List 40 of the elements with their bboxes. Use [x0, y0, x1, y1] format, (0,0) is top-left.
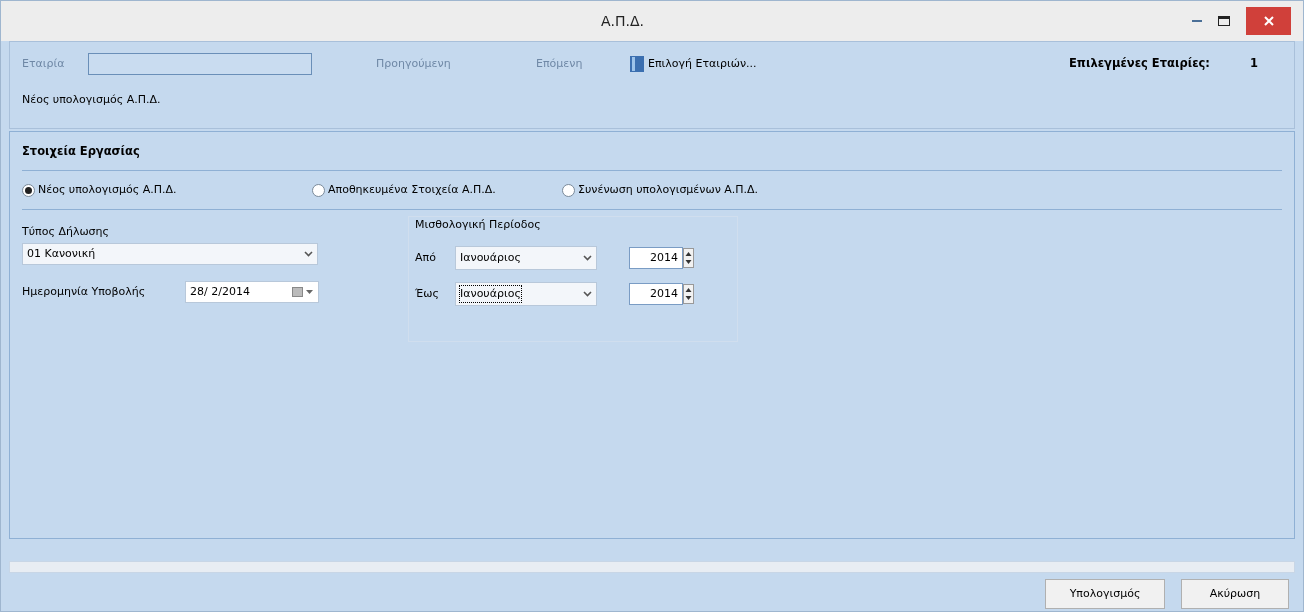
period-row-label: Έως	[415, 285, 440, 302]
window-title: Α.Π.Δ.	[601, 12, 645, 31]
radio-option[interactable]: Νέος υπολογισμός Α.Π.Δ.	[22, 182, 312, 199]
maximize-icon[interactable]	[1218, 16, 1230, 26]
month-value: Ιανουάριος	[460, 249, 521, 266]
book-icon	[630, 56, 644, 72]
submission-date-label: Ημερομηνία Υποβολής	[22, 283, 147, 300]
selected-companies-label: Επιλεγμένες Εταιρίες:	[1069, 55, 1210, 73]
calendar-dropdown-icon[interactable]	[292, 285, 314, 298]
radio-button[interactable]	[562, 183, 575, 197]
month-dropdown[interactable]: Ιανουάριος	[455, 245, 597, 270]
radio-button[interactable]	[22, 183, 35, 197]
company-field[interactable]	[88, 53, 312, 75]
month-value: Ιανουάριος	[460, 285, 521, 302]
close-button[interactable]	[1246, 7, 1291, 35]
dropdown-caret-icon	[583, 290, 592, 297]
spinner-arrows-icon[interactable]	[683, 283, 694, 304]
dropdown-caret-icon	[583, 254, 592, 261]
select-companies-button[interactable]: Επιλογή Εταιριών...	[630, 55, 757, 73]
minimize-icon[interactable]	[1192, 19, 1202, 23]
radio-option[interactable]: Συνένωση υπολογισμένων Α.Π.Δ.	[562, 182, 812, 199]
year-field[interactable]: 2014	[629, 282, 683, 305]
dialog-button[interactable]: Υπολογισμός	[1045, 579, 1165, 609]
declaration-type-dropdown[interactable]: 01 Κανονική	[22, 242, 318, 265]
section-title: Στοιχεία Εργασίας	[22, 144, 140, 158]
declaration-type-label: Τύπος Δήλωσης	[22, 224, 110, 241]
company-label: Εταιρία	[22, 55, 66, 72]
radio-option[interactable]: Αποθηκευμένα Στοιχεία Α.Π.Δ.	[312, 182, 562, 199]
dropdown-caret-icon	[304, 250, 313, 257]
period-title: Μισθολογική Περίοδος	[415, 217, 542, 234]
close-icon	[1263, 16, 1274, 26]
dialog-button[interactable]: Ακύρωση	[1181, 579, 1289, 609]
month-dropdown[interactable]: Ιανουάριος	[455, 281, 597, 306]
period-row-label: Από	[415, 249, 437, 266]
selected-companies-count: 1	[1250, 55, 1258, 73]
spinner-arrows-icon[interactable]	[683, 247, 694, 268]
radio-button[interactable]	[312, 183, 325, 197]
mode-caption: Νέος υπολογισμός Α.Π.Δ.	[22, 92, 162, 108]
year-field[interactable]: 2014	[629, 246, 683, 269]
date-picker[interactable]: 28/ 2/2014	[185, 280, 319, 303]
